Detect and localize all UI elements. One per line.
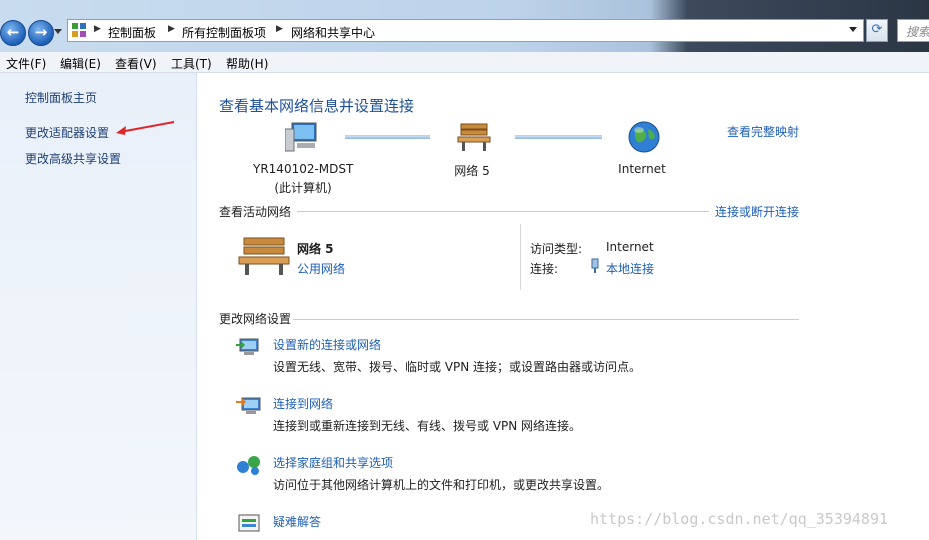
connections-label: 连接: bbox=[530, 262, 559, 276]
menu-edit[interactable]: 编辑(E) bbox=[60, 55, 101, 72]
section-divider bbox=[293, 319, 799, 320]
network-node-label: 网络 5 bbox=[454, 164, 490, 178]
menu-view[interactable]: 查看(V) bbox=[115, 55, 157, 72]
watermark: https://blog.csdn.net/qq_35394891 bbox=[590, 510, 889, 528]
sidebar bbox=[0, 73, 197, 540]
change-settings-heading: 更改网络设置 bbox=[219, 312, 292, 326]
menu-tools[interactable]: 工具(T) bbox=[171, 55, 212, 72]
red-annotation-arrow-icon bbox=[116, 121, 175, 135]
connection-line bbox=[345, 135, 430, 139]
computer-subtitle: (此计算机) bbox=[274, 181, 332, 195]
control-panel-icon bbox=[72, 23, 87, 38]
recent-pages-dropdown[interactable] bbox=[54, 29, 62, 34]
back-button[interactable]: ← bbox=[0, 20, 26, 46]
connect-network-icon bbox=[236, 397, 261, 414]
sidebar-item-change-advanced-sharing[interactable]: 更改高级共享设置 bbox=[25, 150, 121, 167]
globe-internet-icon bbox=[628, 121, 660, 153]
breadcrumb-all-control-panel-items[interactable]: 所有控制面板项 bbox=[182, 24, 266, 41]
address-bar[interactable]: ▶ 控制面板 ▶ 所有控制面板项 ▶ 网络和共享中心 bbox=[67, 19, 864, 42]
bench-network-icon bbox=[457, 123, 491, 151]
new-connection-icon bbox=[236, 338, 259, 355]
menu-bar: 文件(F) 编辑(E) 查看(V) 工具(T) 帮助(H) bbox=[0, 52, 929, 73]
task-setup-new-connection-link[interactable]: 设置新的连接或网络 bbox=[273, 336, 381, 353]
breadcrumb-network-sharing-center[interactable]: 网络和共享中心 bbox=[291, 24, 375, 41]
active-networks-heading: 查看活动网络 bbox=[219, 205, 292, 219]
internet-node-label: Internet bbox=[618, 162, 666, 176]
breadcrumb-control-panel[interactable]: 控制面板 bbox=[108, 24, 156, 41]
vertical-divider bbox=[520, 224, 521, 290]
menu-help[interactable]: 帮助(H) bbox=[226, 55, 268, 72]
access-type-value: Internet bbox=[606, 240, 654, 254]
task-setup-new-connection-desc: 设置无线、宽带、拨号、临时或 VPN 连接；或设置路由器或访问点。 bbox=[273, 360, 642, 374]
sidebar-item-control-panel-home[interactable]: 控制面板主页 bbox=[25, 89, 97, 106]
bench-network-large-icon bbox=[238, 237, 290, 275]
search-input[interactable]: 搜索 bbox=[897, 19, 929, 42]
access-type-label: 访问类型: bbox=[530, 242, 583, 256]
troubleshoot-icon bbox=[238, 514, 260, 532]
task-troubleshoot-link[interactable]: 疑难解答 bbox=[273, 513, 321, 530]
ethernet-plug-icon bbox=[591, 258, 599, 273]
address-history-dropdown[interactable] bbox=[849, 27, 857, 32]
homegroup-icon bbox=[237, 456, 260, 475]
local-connection-link[interactable]: 本地连接 bbox=[606, 260, 654, 277]
menu-file[interactable]: 文件(F) bbox=[6, 55, 46, 72]
computer-icon bbox=[285, 122, 317, 152]
page-title: 查看基本网络信息并设置连接 bbox=[219, 97, 415, 115]
section-divider bbox=[297, 211, 709, 212]
title-bar: ← → ▶ 控制面板 ▶ 所有控制面板项 ▶ 网络和共享中心 ⟳ 搜索 bbox=[0, 0, 929, 52]
task-homegroup-sharing-desc: 访问位于其他网络计算机上的文件和打印机，或更改共享设置。 bbox=[273, 478, 610, 492]
task-connect-to-network-link[interactable]: 连接到网络 bbox=[273, 395, 333, 412]
breadcrumb-separator-icon[interactable]: ▶ bbox=[276, 24, 283, 34]
task-connect-to-network-desc: 连接到或重新连接到无线、有线、拨号或 VPN 网络连接。 bbox=[273, 419, 582, 433]
connect-disconnect-link[interactable]: 连接或断开连接 bbox=[715, 203, 799, 220]
network-type-link[interactable]: 公用网络 bbox=[297, 260, 345, 277]
task-homegroup-sharing-link[interactable]: 选择家庭组和共享选项 bbox=[273, 454, 393, 471]
active-network-name: 网络 5 bbox=[297, 242, 334, 256]
breadcrumb-separator-icon[interactable]: ▶ bbox=[168, 24, 175, 34]
view-full-map-link[interactable]: 查看完整映射 bbox=[727, 123, 799, 140]
refresh-button[interactable]: ⟳ bbox=[866, 19, 888, 42]
computer-name: YR140102-MDST bbox=[253, 162, 354, 176]
forward-button[interactable]: → bbox=[28, 20, 54, 46]
sidebar-item-change-adapter-settings[interactable]: 更改适配器设置 bbox=[25, 124, 109, 141]
connection-line bbox=[515, 135, 602, 139]
breadcrumb-separator-icon: ▶ bbox=[94, 24, 101, 34]
